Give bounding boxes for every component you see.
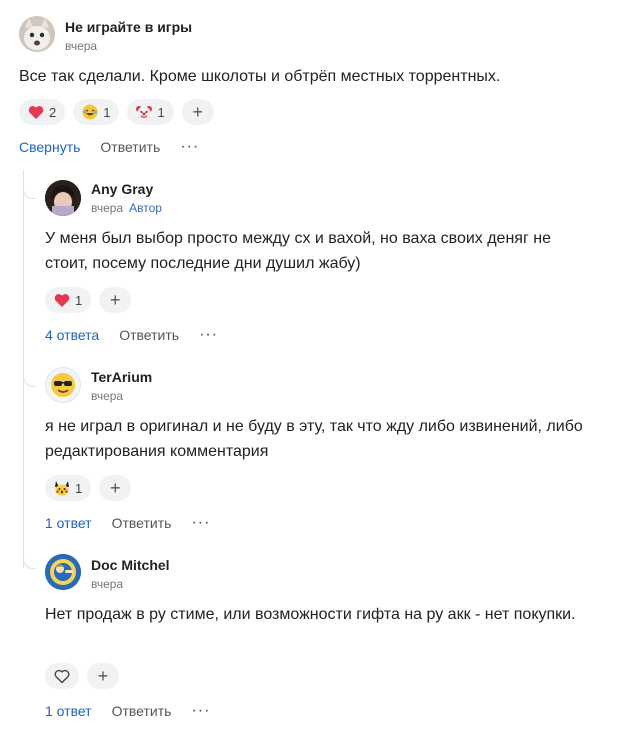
like-button[interactable] [45,663,79,689]
comment-author[interactable]: Any Gray [91,181,153,197]
reply-button[interactable]: Ответить [100,139,160,155]
cat-avatar-icon [19,16,55,52]
reactions-bar: 1 + [45,287,132,313]
comment-time: вчера [91,577,123,591]
vault-boy-avatar-icon [45,554,81,590]
comment-time: вчера [91,389,123,403]
comment-text: У меня был выбор просто между сх и вахой… [45,230,551,272]
reaction-count: 1 [103,104,111,120]
reaction-laughing[interactable]: 1 [73,99,120,125]
reaction-count: 1 [75,480,83,496]
reactions-bar: 1 + [45,475,132,501]
add-reaction-button[interactable]: + [99,475,132,501]
add-reaction-button[interactable]: + [87,663,119,689]
add-reaction-button[interactable]: + [99,287,132,313]
reactions-bar: + [45,663,119,689]
comment-time-text: вчера [91,201,124,215]
avatar[interactable] [45,180,81,216]
plus-icon: + [97,665,109,686]
comment-time-text: вчера [65,39,98,53]
sunglasses-emoji-icon [51,373,75,397]
comment-author[interactable]: Doc Mitchel [91,557,170,573]
comment-text: Все так сделали. Кроме школоты и обтрёп … [19,68,501,85]
laughing-emoji-icon [82,104,98,120]
collapse-button[interactable]: Свернуть [19,139,80,155]
comment-actions: 1 ответ Ответить ··· [45,702,210,720]
reaction-count: 2 [49,104,57,120]
comment-time-text: вчера [91,389,124,403]
plus-icon: + [192,101,203,122]
pikachu-emoji-icon [54,480,70,496]
plus-icon: + [109,289,121,310]
thread-line [23,170,24,568]
more-options-icon[interactable]: ··· [180,138,199,156]
reply-button[interactable]: Ответить [112,515,172,531]
comment-time: вчера [65,39,97,53]
more-options-icon[interactable]: ··· [191,702,210,720]
reaction-heart[interactable]: 2 [19,99,66,125]
reply-button[interactable]: Ответить [119,327,179,343]
comment-text: Нет продаж в ру стиме, или возможности г… [45,606,576,623]
comment-author[interactable]: Не играйте в игры [65,19,192,35]
author-badge: Автор [129,201,162,215]
avatar[interactable] [19,16,55,52]
comment-time-text: вчера [91,577,124,591]
comment-author[interactable]: TerArium [91,369,152,385]
show-replies-button[interactable]: 1 ответ [45,703,92,719]
anime-avatar-icon [45,180,81,216]
reaction-heart[interactable]: 1 [45,287,92,313]
reaction-clown[interactable]: 1 [127,99,174,125]
thread-branch [23,556,36,569]
show-replies-button[interactable]: 4 ответа [45,327,99,343]
show-replies-button[interactable]: 1 ответ [45,515,92,531]
heart-outline-icon [54,668,70,684]
heart-icon [54,292,70,308]
comment-text: я не играл в оригинал и не буду в эту, т… [45,418,583,460]
add-reaction-button[interactable]: + [181,99,214,125]
reaction-pikachu[interactable]: 1 [45,475,92,501]
avatar[interactable] [45,367,81,403]
avatar[interactable] [45,554,81,590]
plus-icon: + [109,477,121,498]
comment-actions: 1 ответ Ответить ··· [45,514,210,532]
reactions-bar: 2 1 1 + [19,99,214,125]
heart-icon [28,104,44,120]
comment-time: вчера Автор [91,201,162,215]
clown-emoji-icon [136,104,153,120]
reaction-count: 1 [157,104,165,120]
more-options-icon[interactable]: ··· [191,514,210,532]
comment-actions: Свернуть Ответить ··· [19,138,199,156]
comment-actions: 4 ответа Ответить ··· [45,326,218,344]
thread-branch [23,374,36,387]
reply-button[interactable]: Ответить [112,703,172,719]
reaction-count: 1 [75,292,83,308]
thread-branch [23,186,36,199]
more-options-icon[interactable]: ··· [199,326,218,344]
